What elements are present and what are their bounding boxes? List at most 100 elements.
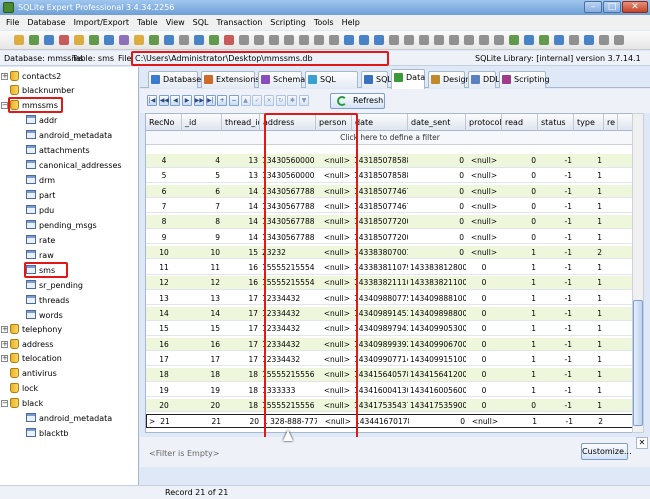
cell-read[interactable]: 1 — [502, 276, 538, 289]
column-header-date-sent[interactable]: date_sent — [408, 114, 466, 131]
toolbar-icon[interactable] — [74, 35, 84, 45]
cell-thread-id[interactable]: 17 — [222, 353, 260, 366]
cell-thread-id[interactable]: 13 — [222, 154, 260, 167]
cell-date[interactable]: 1431850772007 — [352, 215, 408, 228]
cell-RecNo[interactable]: 21 — [147, 415, 183, 428]
toolbar-icon[interactable] — [614, 35, 624, 45]
table-row[interactable]: 1919181333333<null>143416004130514341600… — [146, 384, 632, 397]
cell-type[interactable]: 1 — [574, 353, 604, 366]
cell-date[interactable]: 1434098914534 — [352, 307, 408, 320]
tree-item-lock[interactable]: lock — [10, 382, 38, 395]
cell-date[interactable]: 1431850785884 — [352, 169, 408, 182]
cell-read[interactable]: 1 — [502, 384, 538, 397]
cell-date-sent[interactable]: 1434099151000 — [408, 353, 466, 366]
menu-view[interactable]: View — [166, 18, 185, 27]
table-row[interactable]: 551313430560000<null>14318507858840<null… — [146, 169, 632, 183]
toolbar-icon[interactable] — [479, 35, 489, 45]
tree-item-black[interactable]: black — [10, 397, 43, 410]
cell-status[interactable]: -1 — [538, 200, 574, 213]
tree-item-pdu[interactable]: pdu — [26, 204, 54, 217]
cell-thread-id[interactable]: 14 — [222, 185, 260, 198]
cell-date-sent[interactable]: 1433838128000 — [408, 261, 466, 274]
toolbar-icon[interactable] — [539, 35, 549, 45]
cell-status[interactable]: -1 — [538, 154, 574, 167]
filter-row[interactable]: Click here to define a filter — [146, 131, 632, 145]
toolbar-icon[interactable] — [584, 35, 594, 45]
toolbar-icon[interactable] — [254, 35, 264, 45]
cell-type[interactable]: 1 — [574, 322, 604, 335]
table-row[interactable]: 18181815555215556<null>14341564057811434… — [146, 368, 632, 382]
table-row[interactable]: 441313430560000<null>14318507858840<null… — [146, 154, 632, 168]
toolbar-icon[interactable] — [134, 35, 144, 45]
cell-thread-id[interactable]: 14 — [222, 231, 260, 244]
cell--id[interactable]: 7 — [182, 200, 222, 213]
cell-date[interactable]: 1434156405781 — [352, 368, 408, 381]
cell-protocol[interactable]: 0 — [466, 368, 502, 381]
cell-date[interactable]: 1434099077140 — [352, 353, 408, 366]
cell-status[interactable]: -1 — [538, 384, 574, 397]
cell--id[interactable]: 17 — [182, 353, 222, 366]
toolbar-icon[interactable] — [464, 35, 474, 45]
toolbar-icon[interactable] — [209, 35, 219, 45]
cell-date-sent[interactable]: 0 — [408, 154, 466, 167]
cell-status[interactable]: -1 — [538, 276, 574, 289]
column-header-thread-id[interactable]: thread_id — [222, 114, 260, 131]
cell-date-sent[interactable]: 0 — [408, 169, 466, 182]
cell-RecNo[interactable]: 5 — [146, 169, 182, 182]
toolbar-icon[interactable] — [494, 35, 504, 45]
cell-date[interactable]: 1434416701781 — [353, 415, 409, 428]
table-row[interactable]: 10101523232<null>14338380700180<null>1-1… — [146, 245, 632, 260]
cell-type[interactable]: 1 — [574, 231, 604, 244]
cell-date[interactable]: 1434175354375 — [352, 399, 408, 412]
tab-sql[interactable]: SQL — [361, 71, 392, 88]
cell-type[interactable]: 1 — [574, 185, 604, 198]
tree-item-addr[interactable]: addr — [26, 114, 57, 127]
cell-date-sent[interactable]: 1434099067000 — [408, 338, 466, 351]
cell-date-sent[interactable]: 1434156412000 — [408, 368, 466, 381]
cell-read[interactable]: 1 — [502, 353, 538, 366]
cell-type[interactable]: 1 — [574, 399, 604, 412]
cell-RecNo[interactable]: 20 — [146, 399, 182, 412]
cell--id[interactable]: 12 — [182, 276, 222, 289]
navigator-button[interactable]: ✓ — [252, 95, 263, 106]
cell-type[interactable]: 1 — [574, 368, 604, 381]
cell-date-sent[interactable]: 0 — [408, 215, 466, 228]
cell-status[interactable]: -1 — [538, 215, 574, 228]
toolbar-icon[interactable] — [374, 35, 384, 45]
cell-read[interactable]: 1 — [503, 415, 539, 428]
tree-item-telocation[interactable]: telocation — [10, 352, 62, 365]
cell-status[interactable]: -1 — [539, 415, 575, 428]
cell-protocol[interactable]: 0 — [466, 338, 502, 351]
cell-read[interactable]: 0 — [502, 169, 538, 182]
navigator-button[interactable]: ▲ — [240, 95, 251, 106]
navigator-button[interactable]: + — [217, 95, 228, 106]
tree-item-threads[interactable]: threads — [26, 294, 69, 307]
cell-read[interactable]: 1 — [502, 322, 538, 335]
table-row[interactable]: 13131712334432<null>14340988077561434098… — [146, 292, 632, 306]
cell-RecNo[interactable]: 10 — [146, 246, 182, 259]
cell-thread-id[interactable]: 18 — [222, 368, 260, 381]
close-button[interactable]: ✕ — [622, 1, 648, 13]
refresh-button[interactable]: Refresh — [330, 93, 385, 109]
tree-item-part[interactable]: part — [26, 189, 55, 202]
cell--id[interactable]: 10 — [182, 246, 222, 259]
table-row[interactable]: 881413430567788<null>14318507720070<null… — [146, 215, 632, 229]
cell-type[interactable]: 1 — [574, 307, 604, 320]
table-row[interactable]: 15151712334432<null>14340989794381434099… — [146, 322, 632, 336]
cell-type[interactable]: 1 — [574, 169, 604, 182]
toolbar-icon[interactable] — [524, 35, 534, 45]
cell-status[interactable]: -1 — [538, 231, 574, 244]
cell-read[interactable]: 1 — [502, 338, 538, 351]
data-grid[interactable]: RecNo _id thread_id address person date date_s… — [145, 113, 633, 433]
menu-scripting[interactable]: Scripting — [270, 18, 306, 27]
cell-thread-id[interactable]: 14 — [222, 215, 260, 228]
tab-database[interactable]: Database — [148, 71, 201, 88]
cell-RecNo[interactable]: 18 — [146, 368, 182, 381]
table-row[interactable]: 771413430567788<null>14318507746780<null… — [146, 200, 632, 214]
cell--id[interactable]: 8 — [182, 215, 222, 228]
menu-database[interactable]: Database — [27, 18, 65, 27]
expand-icon[interactable]: + — [1, 73, 8, 80]
cell-thread-id[interactable]: 17 — [222, 292, 260, 305]
navigator-button[interactable]: |◀ — [147, 95, 157, 106]
table-row[interactable]: 17171712334432<null>14340990771401434099… — [146, 353, 632, 367]
